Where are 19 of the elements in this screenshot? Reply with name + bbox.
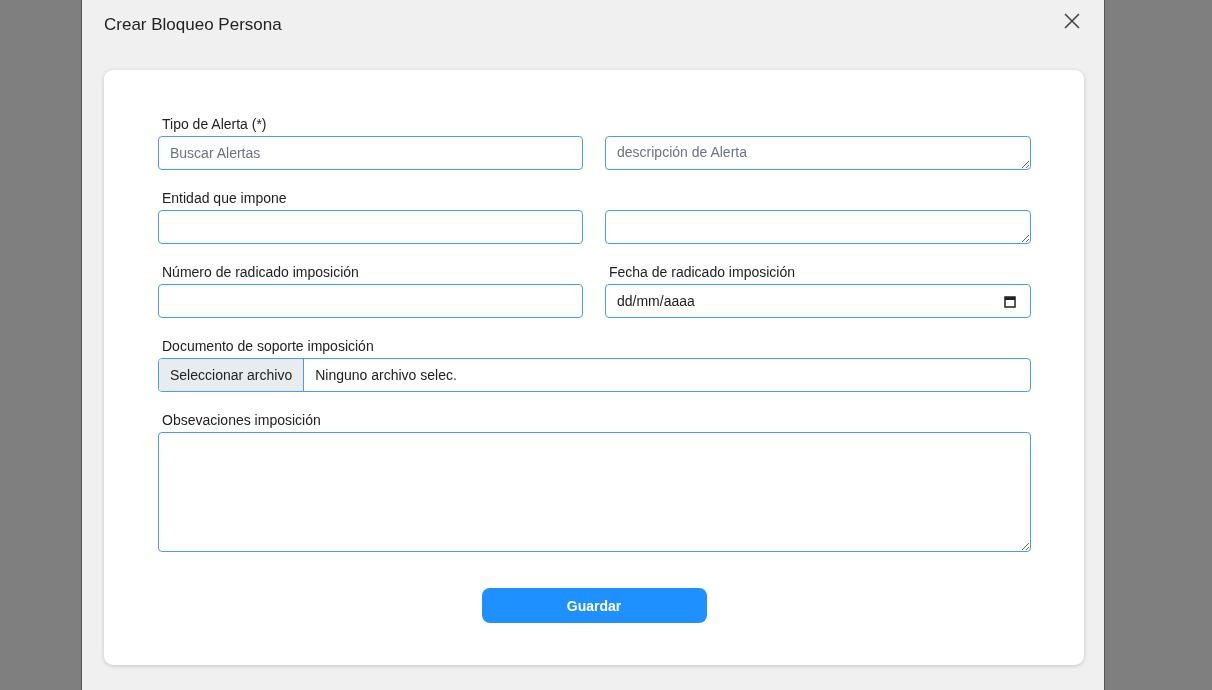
textarea-field[interactable] — [605, 210, 1031, 244]
date-field[interactable]: dd/mm/aaaa — [605, 284, 1031, 318]
date-value: dd/mm/aaaa — [617, 293, 695, 309]
field-label: Fecha de radicado imposición — [609, 264, 795, 280]
dialog-title: Crear Bloqueo Persona — [104, 15, 282, 35]
field-label: Entidad que impone — [162, 190, 287, 206]
field-label: Número de radicado imposición — [162, 264, 359, 280]
choose-file-button[interactable]: Seleccionar archivo — [159, 359, 305, 391]
field-label: Obsevaciones imposición — [162, 412, 321, 428]
textarea-field[interactable] — [158, 432, 1031, 552]
calendar-icon[interactable] — [1004, 294, 1016, 308]
text-field[interactable] — [158, 284, 583, 318]
field-label: Tipo de Alerta (*) — [162, 116, 267, 132]
file-name: Ninguno archivo selec. — [315, 367, 457, 383]
text-field[interactable]: Buscar Alertas — [158, 136, 583, 170]
close-icon[interactable] — [1064, 13, 1080, 29]
text-field[interactable] — [158, 210, 583, 244]
field-label: Documento de soporte imposición — [162, 338, 374, 354]
textarea-field[interactable]: descripción de Alerta — [605, 136, 1031, 170]
